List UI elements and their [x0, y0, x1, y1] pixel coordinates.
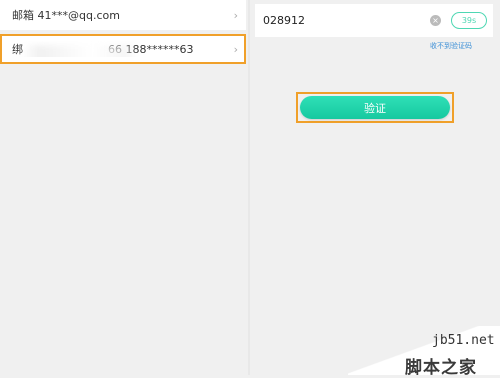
account-list: 邮箱 41***@qq.com › 绑 66 188******63 ›	[0, 0, 248, 68]
verify-button[interactable]: 验证	[300, 96, 450, 119]
phone-account-text: 绑 66 188******63	[12, 41, 234, 57]
email-account-row[interactable]: 邮箱 41***@qq.com ›	[0, 0, 246, 30]
chevron-right-icon: ›	[233, 42, 238, 56]
chevron-right-icon: ›	[233, 8, 238, 22]
phone-account-row[interactable]: 绑 66 188******63 ›	[0, 34, 246, 64]
email-account-label: 邮箱 41***@qq.com	[12, 9, 120, 22]
verify-button-highlight: 验证	[296, 92, 454, 123]
resend-countdown: 39s	[451, 12, 487, 29]
code-input-value[interactable]: 028912	[263, 14, 430, 27]
clear-icon[interactable]: ×	[430, 15, 441, 26]
panel-divider	[248, 0, 250, 375]
watermark-site: jb51.net	[432, 333, 495, 348]
verification-code-field[interactable]: 028912 × 39s	[255, 4, 493, 37]
redaction-blur	[22, 45, 137, 57]
watermark-name: 脚本之家	[405, 358, 477, 378]
no-code-link[interactable]: 收不到验证码	[430, 41, 472, 51]
